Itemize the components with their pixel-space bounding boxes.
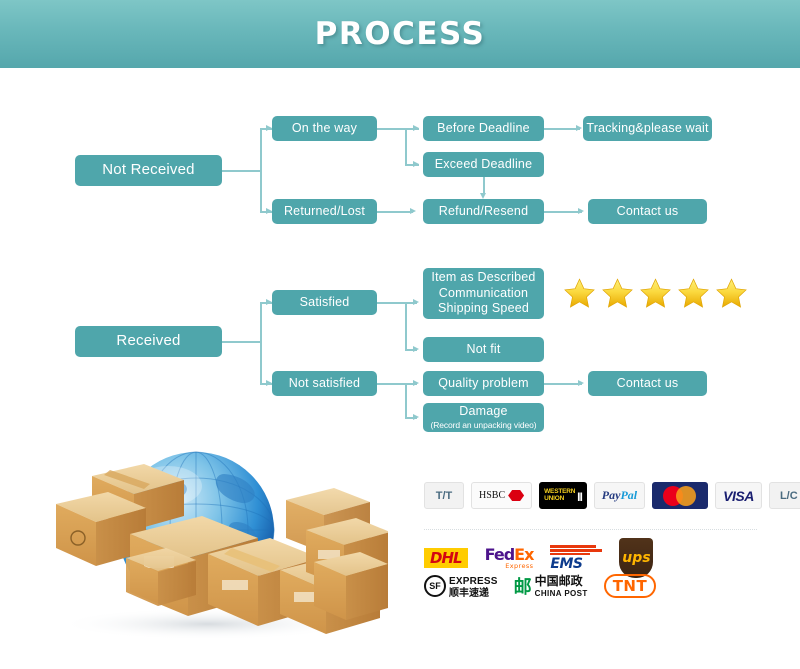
carrier-tnt: TNT: [603, 573, 657, 598]
payment-western-union-label: WESTERN UNION: [544, 487, 576, 502]
rating-line-item-as-described: Item as Described: [431, 270, 536, 285]
arrow-to-quality-problem: [413, 379, 419, 386]
connector-not-satisfied-stem: [377, 383, 406, 385]
carrier-dhl: DHL: [424, 548, 468, 568]
payment-paypal: PayPal: [593, 482, 646, 509]
ems-bars-icon: [550, 545, 603, 556]
star-icon: [716, 278, 747, 308]
process-infographic: PROCESS Not Received On the way Returned…: [0, 0, 800, 669]
connector-quality-to-contact: [544, 383, 582, 385]
western-union-bars-icon: |||: [577, 490, 582, 501]
arrow-to-damage: [413, 413, 419, 420]
rating-line-communication: Communication: [438, 285, 529, 300]
connector-refund-to-contact: [544, 211, 582, 213]
node-exceed-deadline[interactable]: Exceed Deadline: [423, 152, 544, 177]
star-icon: [564, 278, 595, 308]
carrier-ems-label: EMS: [550, 555, 583, 572]
shipping-carriers: DHL FedEx Express EMS ups SF EXPRESS 顺丰速…: [424, 538, 764, 608]
connector-deadline-split: [405, 128, 407, 165]
connector-on-the-way-stem: [377, 128, 406, 130]
connector-root-split: [260, 128, 262, 212]
node-contact-us-top[interactable]: Contact us: [588, 199, 707, 224]
sf-badge-icon: SF: [424, 574, 446, 597]
arrow-to-tracking: [576, 124, 582, 131]
connector-received-split: [260, 302, 262, 384]
node-not-satisfied[interactable]: Not satisfied: [272, 371, 377, 396]
payment-mastercard: [652, 482, 709, 509]
star-rating: [563, 277, 748, 310]
node-damage[interactable]: Damage (Record an unpacking video): [423, 403, 544, 432]
payment-tt-label: T/T: [435, 489, 453, 502]
node-not-fit[interactable]: Not fit: [423, 337, 544, 362]
arrow-to-not-fit: [413, 345, 419, 352]
damage-note: (Record an unpacking video): [430, 420, 537, 430]
star-icon: [602, 278, 633, 308]
connector-satisfied-split: [405, 302, 407, 349]
carrier-ems: EMS: [550, 545, 603, 572]
node-rating-criteria[interactable]: Item as Described Communication Shipping…: [423, 268, 544, 319]
payment-visa-label: VISA: [723, 487, 754, 504]
connector-not-satisfied-split: [405, 383, 407, 418]
payment-western-union: WESTERN UNION |||: [539, 482, 587, 509]
connector-satisfied-stem: [377, 302, 406, 304]
node-quality-problem[interactable]: Quality problem: [423, 371, 544, 396]
payment-hsbc: HSBC: [471, 482, 533, 509]
carrier-fedex: FedEx Express: [484, 544, 535, 570]
arrow-refund-to-contact: [578, 207, 584, 214]
node-on-the-way[interactable]: On the way: [272, 116, 377, 141]
section-divider: [424, 529, 757, 530]
connector-root-stem: [222, 170, 261, 172]
payment-paypal-label: PayPal: [601, 488, 638, 502]
node-refund-resend[interactable]: Refund/Resend: [423, 199, 544, 224]
carrier-sf-express: SF EXPRESS 顺丰速递: [424, 572, 498, 599]
arrow-to-rating: [413, 298, 419, 305]
star-icon: [640, 278, 671, 308]
shipping-carriers-bottom-row: SF EXPRESS 顺丰速递 邮 中国邮政 CHINA POST TNT: [424, 572, 657, 599]
arrow-quality-to-contact: [578, 379, 584, 386]
rating-line-shipping-speed: Shipping Speed: [437, 301, 530, 316]
node-before-deadline[interactable]: Before Deadline: [423, 116, 544, 141]
payment-tt: T/T: [424, 482, 464, 509]
payment-lc-label: L/C: [779, 489, 798, 502]
page-header: PROCESS: [0, 0, 800, 68]
star-icon: [678, 278, 709, 308]
carrier-china-post-label-cn: 中国邮政: [534, 574, 583, 589]
payment-methods: T/T HSBC WESTERN UNION ||| PayPal VISA L…: [424, 482, 800, 509]
carrier-china-post-label-en: CHINA POST: [534, 588, 588, 598]
connector-received-stem: [222, 341, 261, 343]
carrier-sf-label-cn: 顺丰速递: [449, 587, 489, 599]
node-returned-lost[interactable]: Returned/Lost: [272, 199, 377, 224]
node-tracking-please-wait[interactable]: Tracking&please wait: [583, 116, 712, 141]
carrier-china-post: 邮 中国邮政 CHINA POST: [514, 573, 588, 599]
connector-to-tracking: [544, 128, 580, 130]
arrow-to-exceed-deadline: [413, 160, 419, 167]
node-not-received[interactable]: Not Received: [75, 155, 222, 186]
mastercard-circles-icon: [663, 485, 697, 506]
carrier-sf-label-en: EXPRESS: [449, 576, 498, 587]
node-received[interactable]: Received: [75, 326, 222, 357]
hsbc-hexagon-icon: [508, 490, 525, 501]
globe-with-shipping-boxes-image: [56, 451, 388, 640]
payment-lc: L/C: [768, 482, 800, 509]
arrow-to-before-deadline: [413, 124, 419, 131]
payment-visa: VISA: [715, 482, 762, 509]
node-satisfied[interactable]: Satisfied: [272, 290, 377, 315]
page-title: PROCESS: [314, 16, 486, 52]
damage-title: Damage: [459, 404, 508, 419]
connector-to-refund: [377, 211, 413, 213]
china-post-mark-icon: 邮: [513, 576, 532, 598]
arrow-to-refund: [410, 207, 416, 214]
node-contact-us-bottom[interactable]: Contact us: [588, 371, 707, 396]
payment-hsbc-label: HSBC: [479, 490, 506, 501]
